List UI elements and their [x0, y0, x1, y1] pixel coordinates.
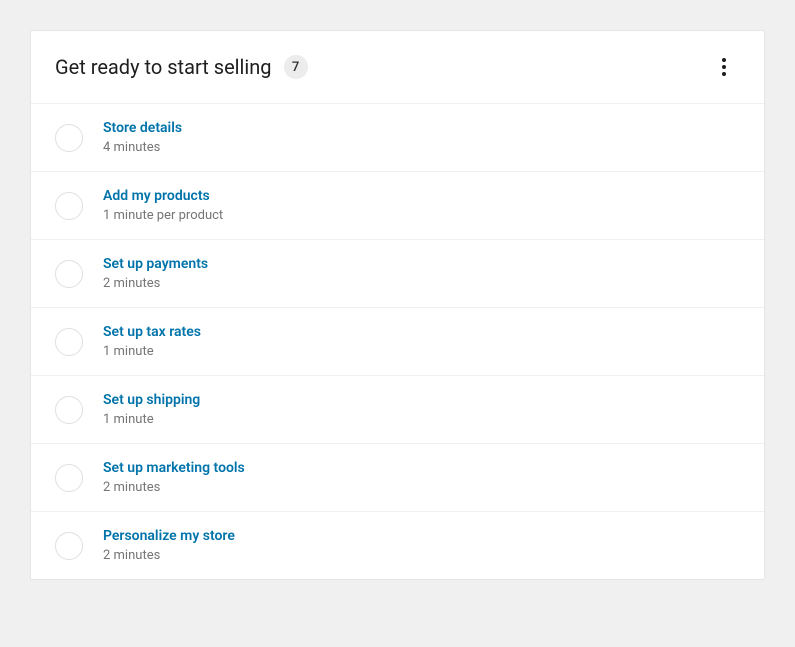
- task-status-circle: [55, 464, 83, 492]
- task-content: Set up shipping 1 minute: [103, 392, 200, 427]
- task-title: Store details: [103, 120, 182, 136]
- task-status-circle: [55, 192, 83, 220]
- task-title: Add my products: [103, 188, 223, 204]
- task-status-circle: [55, 328, 83, 356]
- task-content: Personalize my store 2 minutes: [103, 528, 235, 563]
- task-item-personalize-store[interactable]: Personalize my store 2 minutes: [31, 512, 764, 579]
- task-item-store-details[interactable]: Store details 4 minutes: [31, 104, 764, 172]
- task-title: Set up shipping: [103, 392, 200, 408]
- task-title: Personalize my store: [103, 528, 235, 544]
- task-title: Set up payments: [103, 256, 208, 272]
- task-item-setup-tax[interactable]: Set up tax rates 1 minute: [31, 308, 764, 376]
- task-time: 4 minutes: [103, 140, 182, 155]
- task-time: 1 minute per product: [103, 208, 223, 223]
- task-status-circle: [55, 124, 83, 152]
- task-time: 2 minutes: [103, 276, 208, 291]
- task-time: 1 minute: [103, 344, 201, 359]
- task-list: Store details 4 minutes Add my products …: [31, 104, 764, 579]
- task-content: Set up marketing tools 2 minutes: [103, 460, 245, 495]
- setup-tasks-panel: Get ready to start selling 7 Store detai…: [30, 30, 765, 580]
- task-item-add-products[interactable]: Add my products 1 minute per product: [31, 172, 764, 240]
- more-options-button[interactable]: [708, 51, 740, 83]
- task-count-badge: 7: [284, 55, 308, 79]
- task-content: Add my products 1 minute per product: [103, 188, 223, 223]
- task-content: Set up tax rates 1 minute: [103, 324, 201, 359]
- more-vertical-icon: [722, 58, 726, 76]
- task-status-circle: [55, 260, 83, 288]
- task-item-setup-marketing[interactable]: Set up marketing tools 2 minutes: [31, 444, 764, 512]
- task-content: Store details 4 minutes: [103, 120, 182, 155]
- task-title: Set up marketing tools: [103, 460, 245, 476]
- task-status-circle: [55, 396, 83, 424]
- panel-header: Get ready to start selling 7: [31, 31, 764, 104]
- panel-title: Get ready to start selling: [55, 55, 272, 79]
- task-time: 2 minutes: [103, 548, 235, 563]
- task-content: Set up payments 2 minutes: [103, 256, 208, 291]
- task-status-circle: [55, 532, 83, 560]
- task-title: Set up tax rates: [103, 324, 201, 340]
- task-item-setup-payments[interactable]: Set up payments 2 minutes: [31, 240, 764, 308]
- task-item-setup-shipping[interactable]: Set up shipping 1 minute: [31, 376, 764, 444]
- task-time: 1 minute: [103, 412, 200, 427]
- task-time: 2 minutes: [103, 480, 245, 495]
